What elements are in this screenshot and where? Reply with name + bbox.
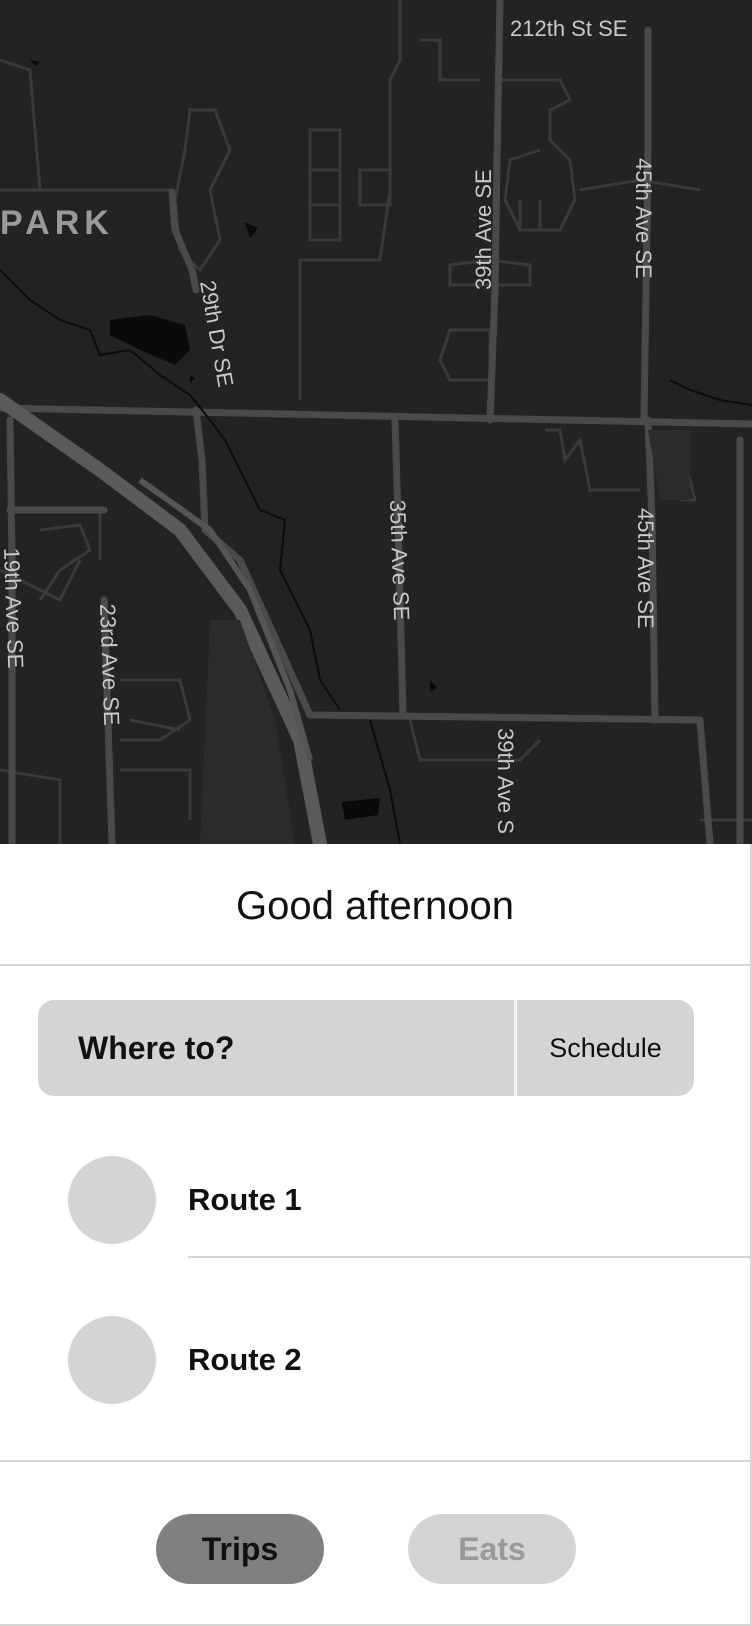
route-1-label: Route 1	[188, 1182, 302, 1217]
route-item-2[interactable]: Route 2	[0, 1310, 750, 1410]
route-item-1[interactable]: Route 1	[0, 1150, 750, 1250]
map-area-label: PARK	[0, 204, 114, 242]
bottom-sheet: Good afternoon Where to? Schedule Route …	[0, 844, 752, 1626]
map-canvas[interactable]: PARK 212th St SE 39th Ave SE 45th Ave SE…	[0, 0, 752, 844]
destination-search-bar[interactable]: Where to? Schedule	[38, 1000, 694, 1096]
street-label-35th: 35th Ave SE	[385, 499, 414, 621]
street-label-45th-north: 45th Ave SE	[631, 158, 656, 279]
route-2-label: Route 2	[188, 1342, 302, 1377]
tab-trips[interactable]: Trips	[156, 1514, 324, 1584]
street-label-39th-north: 39th Ave SE	[471, 169, 496, 290]
app-screen: PARK 212th St SE 39th Ave SE 45th Ave SE…	[0, 0, 752, 1626]
where-to-input[interactable]: Where to?	[78, 1000, 234, 1096]
route-divider	[188, 1256, 750, 1258]
schedule-button[interactable]: Schedule	[517, 1000, 694, 1096]
tabs-divider	[0, 1460, 750, 1462]
greeting-divider	[0, 964, 750, 966]
route-1-icon	[68, 1156, 156, 1244]
tab-eats[interactable]: Eats	[408, 1514, 576, 1584]
route-2-icon	[68, 1316, 156, 1404]
street-label-23rd: 23rd Ave SE	[95, 603, 124, 726]
greeting-title: Good afternoon	[236, 884, 514, 928]
street-label-19th: 19th Ave SE	[0, 547, 28, 669]
street-label-39th-south: 39th Ave S	[493, 728, 518, 834]
map-view[interactable]: PARK 212th St SE 39th Ave SE 45th Ave SE…	[0, 0, 752, 844]
street-label-45th-south: 45th Ave SE	[633, 508, 658, 629]
street-label-29th-dr: 29th Dr SE	[195, 279, 238, 389]
street-label-212th: 212th St SE	[510, 16, 627, 41]
